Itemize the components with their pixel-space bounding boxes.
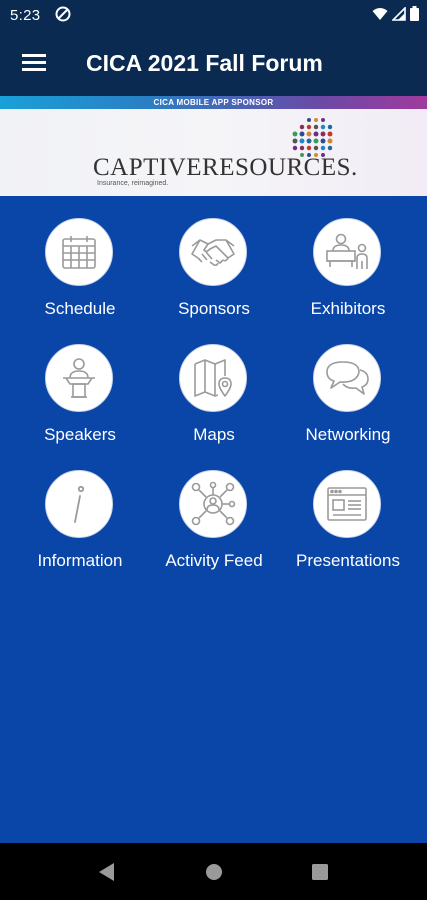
speaker-podium-icon	[63, 358, 95, 398]
app-title: CICA 2021 Fall Forum	[86, 50, 323, 76]
logo-dot	[320, 124, 326, 130]
tile-label: Exhibitors	[310, 299, 386, 318]
tile-schedule[interactable]: Schedule	[9, 196, 151, 320]
calendar-icon	[62, 236, 96, 269]
tile-speakers[interactable]: Speakers	[9, 322, 151, 446]
status-time: 5:23	[10, 7, 41, 24]
logo-dot	[320, 145, 326, 151]
logo-dot	[327, 145, 333, 151]
logo-dot	[306, 138, 312, 144]
battery-icon	[410, 6, 419, 21]
menu-button[interactable]	[14, 45, 54, 81]
logo-dot	[299, 124, 305, 130]
nav-home-button[interactable]	[201, 859, 227, 885]
logo-dot	[292, 131, 298, 137]
handshake-icon	[191, 239, 235, 267]
tile-label: Networking	[305, 425, 391, 444]
logo-dot	[306, 131, 312, 137]
nav-recents-button[interactable]	[307, 859, 333, 885]
recents-square-icon	[312, 864, 328, 880]
logo-dot	[292, 145, 298, 151]
logo-dot	[327, 131, 333, 137]
tile-label: Speakers	[44, 425, 116, 444]
tile-information[interactable]: Information	[9, 448, 151, 572]
logo-dot	[321, 118, 325, 122]
logo-dot	[306, 145, 312, 151]
nav-back-button[interactable]	[94, 859, 120, 885]
logo-dot	[299, 145, 305, 151]
status-icons	[372, 6, 419, 21]
sponsor-logo-name: CAPTIVERESOURCES.	[93, 154, 358, 181]
app-bar: CICA 2021 Fall Forum	[0, 30, 427, 96]
tile-exhibitors[interactable]: Exhibitors	[277, 196, 419, 320]
tile-icon-circle	[45, 344, 113, 412]
logo-dot	[313, 145, 319, 151]
map-pin-icon	[194, 359, 232, 397]
tile-icon-circle	[313, 218, 381, 286]
tile-icon-circle	[179, 470, 247, 538]
status-bar: 5:23	[0, 0, 427, 30]
hamburger-menu-icon	[22, 54, 46, 71]
logo-dot	[314, 118, 318, 122]
network-people-icon	[191, 481, 236, 526]
sponsor-logo[interactable]: CAPTIVERESOURCES. Insurance, reimagined.	[93, 116, 357, 194]
logo-dot	[299, 138, 305, 144]
tile-icon-circle	[179, 344, 247, 412]
exhibitor-booth-icon	[326, 233, 368, 269]
chat-bubbles-icon	[326, 361, 369, 395]
tile-label: Maps	[193, 425, 235, 444]
logo-dot	[327, 138, 333, 144]
tile-label: Sponsors	[178, 299, 250, 318]
logo-dot	[327, 124, 333, 130]
tile-icon-circle	[45, 470, 113, 538]
logo-dot	[299, 131, 305, 137]
tile-label: Schedule	[44, 299, 116, 318]
logo-dot	[320, 131, 326, 137]
tile-maps[interactable]: Maps	[143, 322, 285, 446]
tile-label: Activity Feed	[165, 551, 263, 570]
signal-icon	[392, 6, 406, 21]
tile-sponsors[interactable]: Sponsors	[143, 196, 285, 320]
sponsor-logo-tagline: Insurance, reimagined.	[97, 180, 169, 187]
system-nav-bar	[0, 843, 427, 900]
logo-dot	[292, 138, 298, 144]
tile-icon-circle	[313, 344, 381, 412]
tile-label: Information	[37, 551, 123, 570]
tile-icon-circle	[179, 218, 247, 286]
logo-dot	[306, 124, 312, 130]
logo-dot	[313, 124, 319, 130]
presentation-window-icon	[327, 487, 367, 521]
tile-label: Presentations	[296, 551, 400, 570]
tile-presentations[interactable]: Presentations	[277, 448, 419, 572]
home-circle-icon	[206, 864, 222, 880]
tile-networking[interactable]: Networking	[277, 322, 419, 446]
wifi-icon	[372, 7, 388, 20]
tile-icon-circle	[45, 218, 113, 286]
logo-dot	[313, 131, 319, 137]
logo-dot	[320, 138, 326, 144]
tile-activity-feed[interactable]: Activity Feed	[143, 448, 285, 572]
logo-dot	[307, 118, 311, 122]
do-not-disturb-icon	[55, 6, 71, 26]
sponsor-strip-label: CICA MOBILE APP SPONSOR	[0, 96, 427, 109]
tile-icon-circle	[313, 470, 381, 538]
logo-dot	[313, 138, 319, 144]
info-icon	[74, 485, 85, 523]
back-triangle-icon	[99, 863, 114, 881]
